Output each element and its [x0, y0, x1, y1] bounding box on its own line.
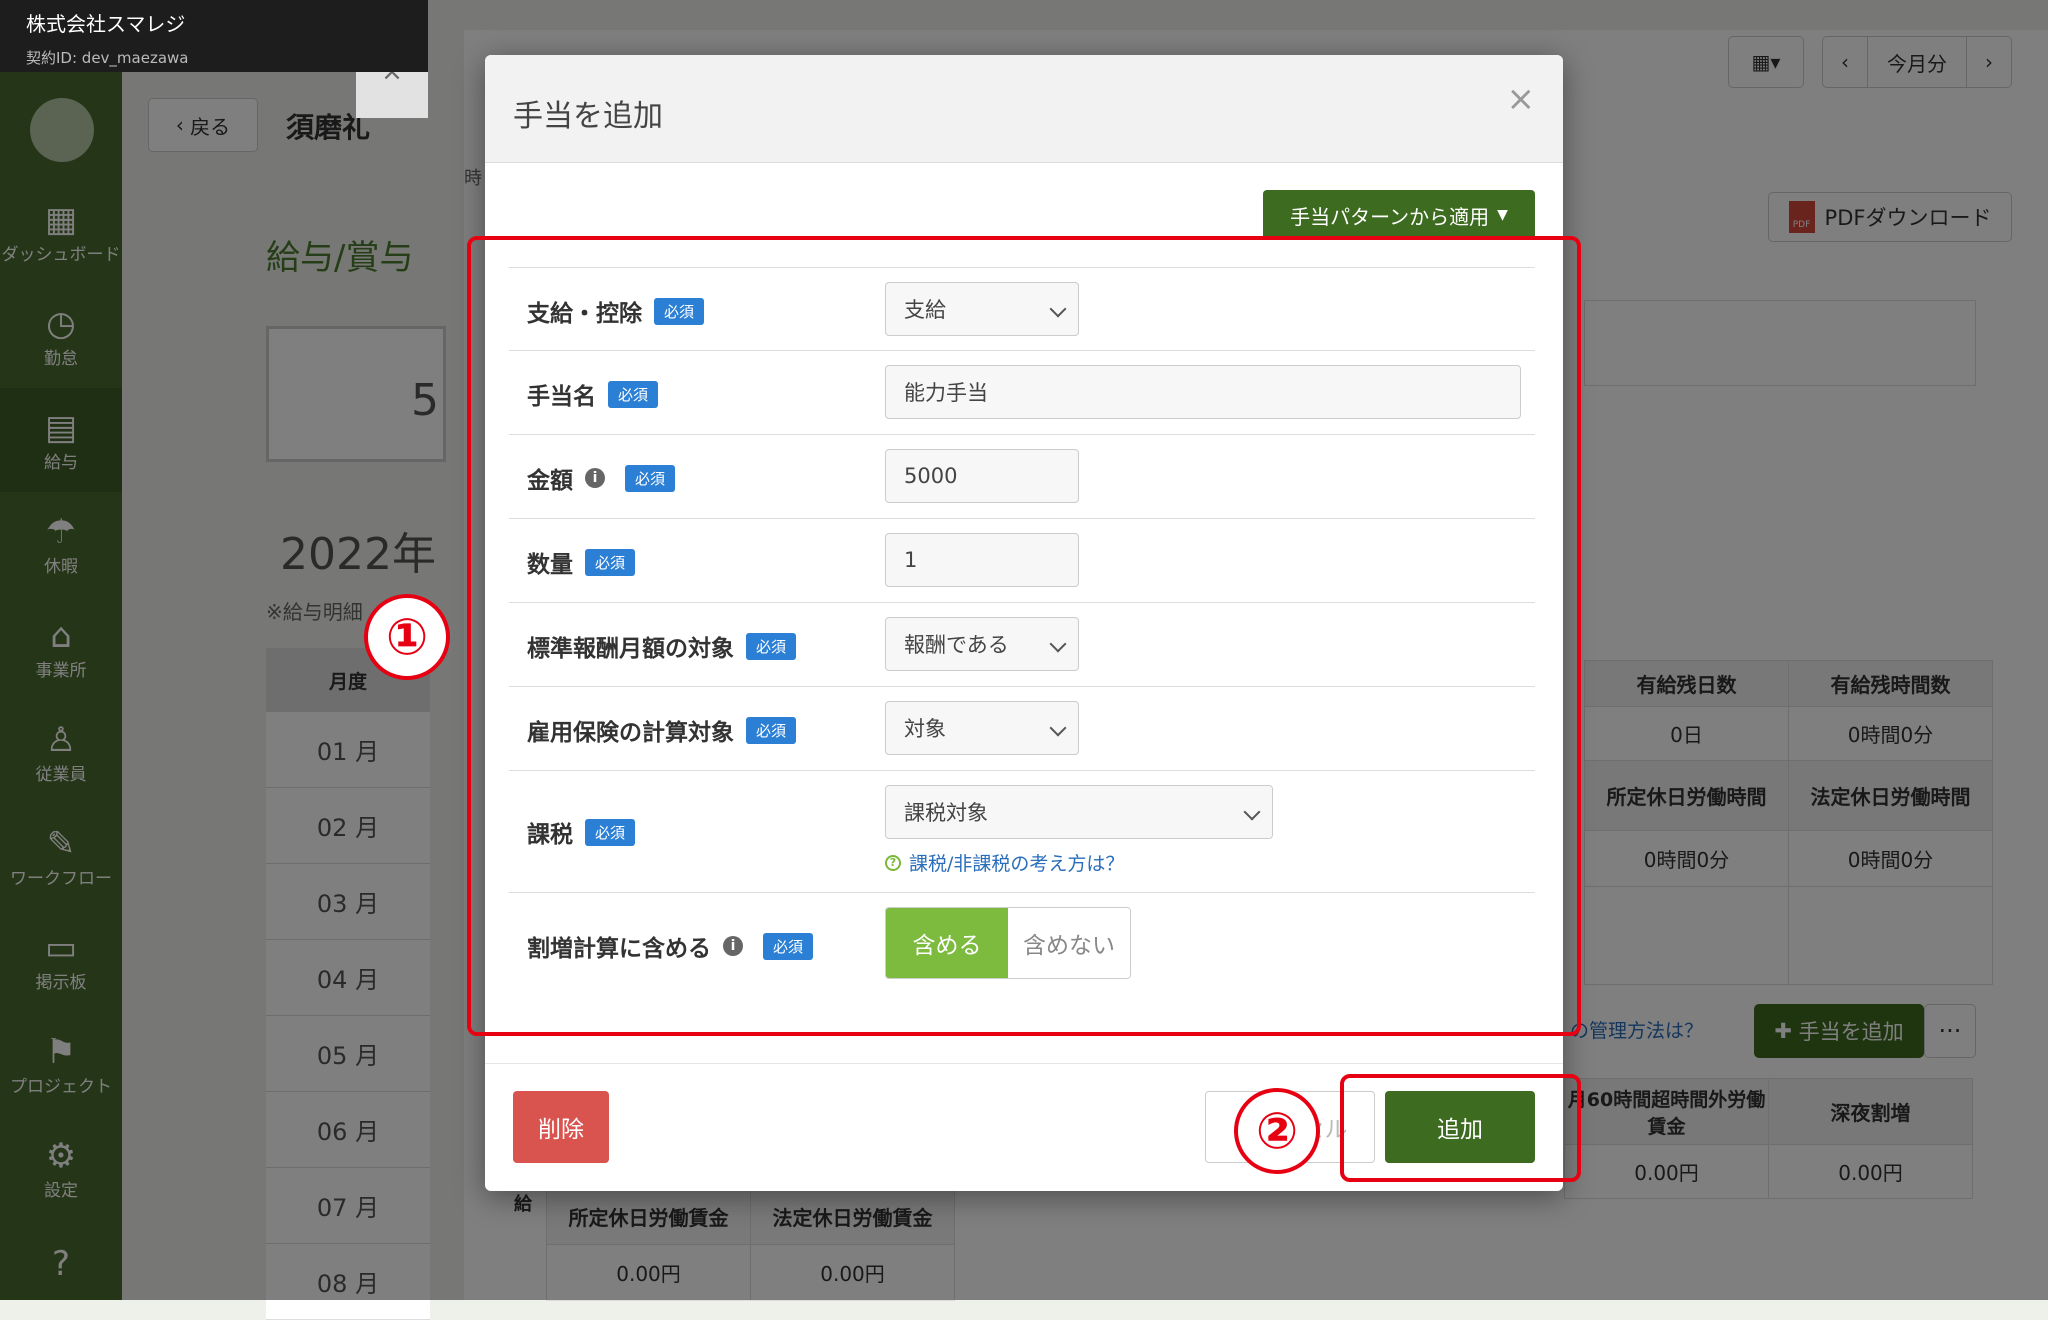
apply-pattern-label: 手当パターンから適用 — [1290, 204, 1490, 229]
close-icon[interactable]: × — [1507, 79, 1536, 119]
company-name: 株式会社スマレジ — [26, 12, 186, 36]
annotation-frame-1 — [467, 236, 1581, 1036]
company-bar: 株式会社スマレジ 契約ID: dev_maezawa — [0, 0, 428, 72]
annotation-marker-2: ② — [1234, 1088, 1320, 1174]
apply-pattern-button[interactable]: 手当パターンから適用 ▼ — [1263, 190, 1535, 240]
annotation-marker-1: ① — [364, 594, 450, 680]
modal-header: 手当を追加 × — [485, 55, 1563, 163]
annotation-frame-2 — [1340, 1074, 1581, 1182]
delete-button[interactable]: 削除 — [513, 1091, 609, 1163]
contract-id: 契約ID: dev_maezawa — [26, 49, 189, 67]
modal-title: 手当を追加 — [513, 99, 663, 134]
caret-down-icon: ▼ — [1497, 207, 1508, 223]
